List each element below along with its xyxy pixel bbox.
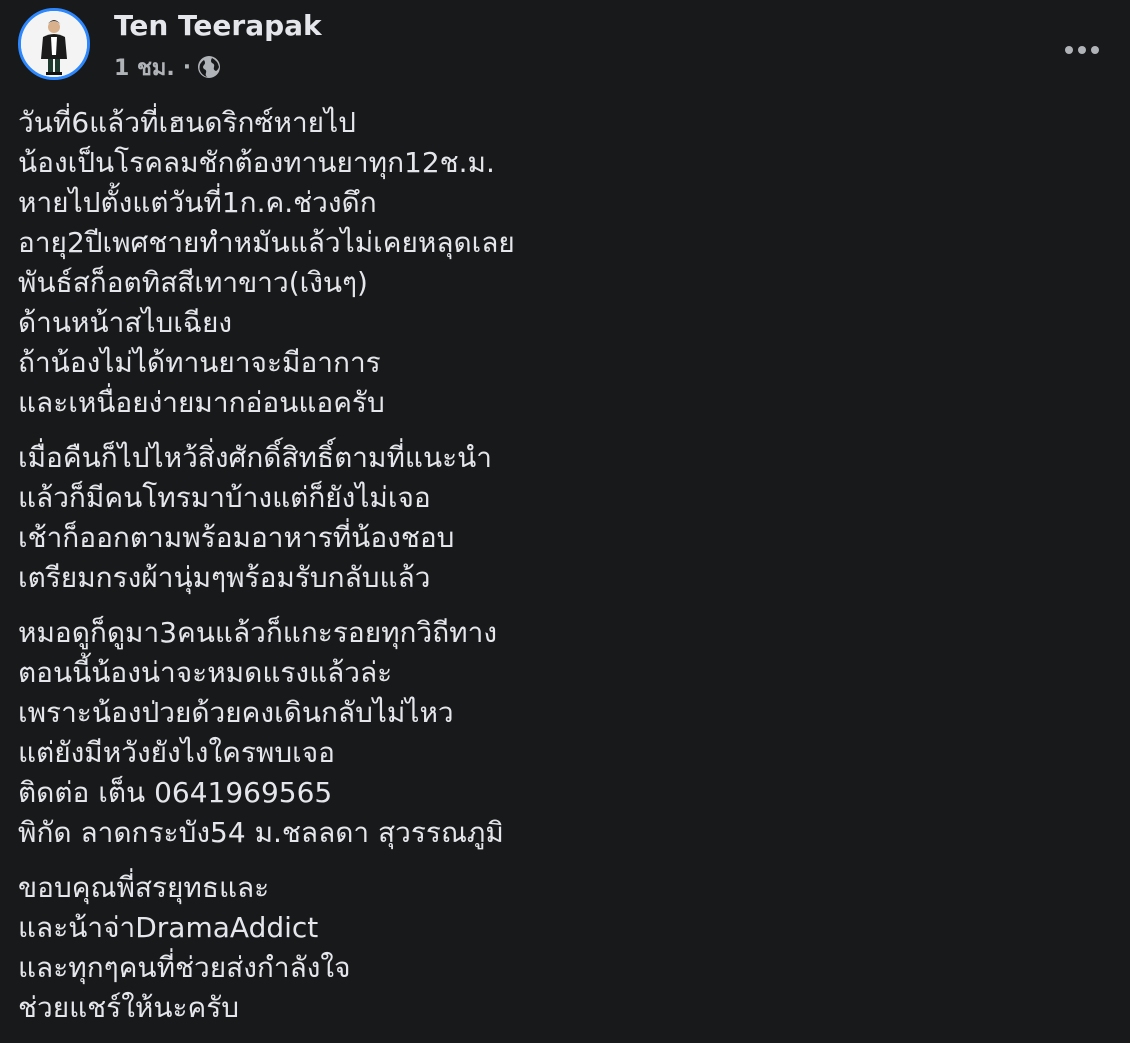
post-line: ตอนนี้น้องน่าจะหมดแรงแล้วล่ะ: [18, 656, 393, 689]
post-line: เช้าก็ออกตามพร้อมอาหารที่น้องชอบ: [18, 521, 455, 554]
post-line: ช่วยแชร์ให้นะครับ: [18, 991, 240, 1024]
meta-separator: ·: [182, 54, 192, 80]
post-line: และเหนื่อยง่ายมากอ่อนแอครับ: [18, 386, 385, 419]
post-line: น้องเป็นโรคลมชักต้องทานยาทุก12ช.ม.: [18, 146, 495, 179]
post-line: ด้านหน้าสไบเฉียง: [18, 306, 233, 339]
avatar-image: [21, 11, 87, 77]
post-line: ถ้าน้องไม่ได้ทานยาจะมีอาการ: [18, 346, 381, 379]
post-paragraph: เมื่อคืนก็ไปไหว้สิ่งศักดิ์สิทธิ์ตามที่แน…: [18, 438, 1098, 598]
post-line: และทุกๆคนที่ช่วยส่งกำลังใจ: [18, 951, 351, 984]
post-line: พิกัด ลาดกระบัง54 ม.ชลลดา สุวรรณภูมิ: [18, 816, 504, 849]
post-line: หมอดูก็ดูมา3คนแล้วก็แกะรอยทุกวิถีทาง: [18, 616, 498, 649]
post-line: ขอบคุณพี่สรยุทธและ: [18, 871, 270, 904]
post-header: Ten Teerapak 1 ชม. ·: [18, 8, 1118, 84]
post-line: เมื่อคืนก็ไปไหว้สิ่งศักดิ์สิทธิ์ตามที่แน…: [18, 441, 493, 474]
post-meta: 1 ชม. ·: [114, 52, 221, 82]
post-paragraph: หมอดูก็ดูมา3คนแล้วก็แกะรอยทุกวิถีทาง ตอน…: [18, 613, 1098, 853]
post-line: แต่ยังมีหวังยังไงใครพบเจอ: [18, 736, 335, 769]
globe-icon[interactable]: [197, 55, 221, 79]
post-paragraph: วันที่6แล้วที่เฮนดริกซ์หายไป น้องเป็นโรค…: [18, 103, 1098, 423]
post-timestamp[interactable]: 1 ชม.: [114, 50, 175, 85]
more-dot: [1078, 46, 1086, 54]
post-line: หายไปตั้งแต่วันที่1ก.ค.ช่วงดึก: [18, 186, 377, 219]
post-line: อายุ2ปีเพศชายทำหมันแล้วไม่เคยหลุดเลย: [18, 226, 515, 259]
more-dot: [1091, 46, 1099, 54]
phone-contact-line[interactable]: ติดต่อ เต็น 0641969565: [18, 773, 1098, 813]
facebook-post: Ten Teerapak 1 ชม. · วันที่6แล้วที่เฮนดร…: [0, 0, 1130, 1042]
post-line: และน้าจ่าDramaAddict: [18, 911, 319, 944]
post-line: เตรียมกรงผ้านุ่มๆพร้อมรับกลับแล้ว: [18, 561, 431, 594]
post-line: พันธ์สก็อตทิสสีเทาขาว(เงินๆ): [18, 266, 368, 299]
avatar[interactable]: [18, 8, 90, 80]
post-line: วันที่6แล้วที่เฮนดริกซ์หายไป: [18, 106, 356, 139]
post-line: แล้วก็มีคนโทรมาบ้างแต่ก็ยังไม่เจอ: [18, 481, 431, 514]
post-message: วันที่6แล้วที่เฮนดริกซ์หายไป น้องเป็นโรค…: [18, 103, 1098, 1043]
author-name[interactable]: Ten Teerapak: [114, 9, 322, 42]
more-options-icon[interactable]: [1062, 30, 1102, 70]
more-dot: [1065, 46, 1073, 54]
post-paragraph: ขอบคุณพี่สรยุทธและ และน้าจ่าDramaAddict …: [18, 868, 1098, 1028]
post-line: เพราะน้องป่วยด้วยคงเดินกลับไม่ไหว: [18, 696, 454, 729]
